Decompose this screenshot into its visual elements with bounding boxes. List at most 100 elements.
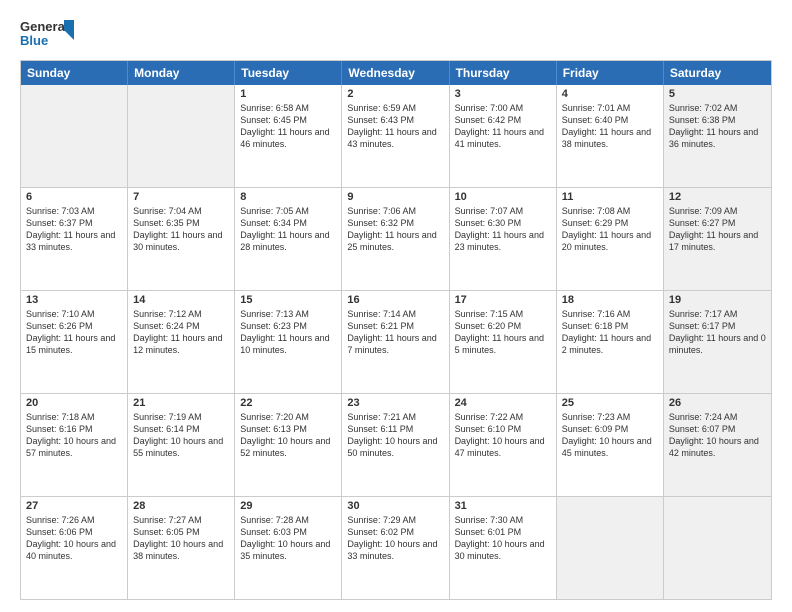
day-number: 20 bbox=[26, 397, 122, 409]
calendar-header: SundayMondayTuesdayWednesdayThursdayFrid… bbox=[21, 61, 771, 85]
day-number: 24 bbox=[455, 397, 551, 409]
cell-details: Sunrise: 7:28 AM Sunset: 6:03 PM Dayligh… bbox=[240, 514, 336, 563]
svg-text:Blue: Blue bbox=[20, 33, 48, 48]
calendar-row-4: 27Sunrise: 7:26 AM Sunset: 6:06 PM Dayli… bbox=[21, 496, 771, 599]
cell-details: Sunrise: 7:20 AM Sunset: 6:13 PM Dayligh… bbox=[240, 411, 336, 460]
day-number: 26 bbox=[669, 397, 766, 409]
day-number: 18 bbox=[562, 294, 658, 306]
day-number: 16 bbox=[347, 294, 443, 306]
cell-details: Sunrise: 7:23 AM Sunset: 6:09 PM Dayligh… bbox=[562, 411, 658, 460]
calendar-cell-day-29: 29 Sunrise: 7:28 AM Sunset: 6:03 PM Dayli… bbox=[235, 497, 342, 599]
calendar-cell-day-21: 21 Sunrise: 7:19 AM Sunset: 6:14 PM Dayli… bbox=[128, 394, 235, 496]
page: GeneralBlue SundayMondayTuesdayWednesday… bbox=[0, 0, 792, 612]
cell-details: Sunrise: 7:07 AM Sunset: 6:30 PM Dayligh… bbox=[455, 205, 551, 254]
calendar-cell-day-17: 17 Sunrise: 7:15 AM Sunset: 6:20 PM Dayli… bbox=[450, 291, 557, 393]
cell-details: Sunrise: 7:24 AM Sunset: 6:07 PM Dayligh… bbox=[669, 411, 766, 460]
calendar-cell-day-13: 13 Sunrise: 7:10 AM Sunset: 6:26 PM Dayli… bbox=[21, 291, 128, 393]
calendar-cell-day-2: 2Sunrise: 6:59 AM Sunset: 6:43 PM Daylig… bbox=[342, 85, 449, 187]
calendar-cell-day-16: 16 Sunrise: 7:14 AM Sunset: 6:21 PM Dayli… bbox=[342, 291, 449, 393]
svg-text:General: General bbox=[20, 19, 68, 34]
calendar-cell-day-10: 10 Sunrise: 7:07 AM Sunset: 6:30 PM Dayli… bbox=[450, 188, 557, 290]
calendar-cell-empty bbox=[664, 497, 771, 599]
cell-details: Sunrise: 7:09 AM Sunset: 6:27 PM Dayligh… bbox=[669, 205, 766, 254]
calendar-body: 1Sunrise: 6:58 AM Sunset: 6:45 PM Daylig… bbox=[21, 85, 771, 599]
day-number: 19 bbox=[669, 294, 766, 306]
cell-details: Sunrise: 7:05 AM Sunset: 6:34 PM Dayligh… bbox=[240, 205, 336, 254]
calendar-row-0: 1Sunrise: 6:58 AM Sunset: 6:45 PM Daylig… bbox=[21, 85, 771, 187]
weekday-header-wednesday: Wednesday bbox=[342, 61, 449, 85]
calendar-row-3: 20Sunrise: 7:18 AM Sunset: 6:16 PM Dayli… bbox=[21, 393, 771, 496]
weekday-header-saturday: Saturday bbox=[664, 61, 771, 85]
day-number: 9 bbox=[347, 191, 443, 203]
day-number: 21 bbox=[133, 397, 229, 409]
day-number: 31 bbox=[455, 500, 551, 512]
logo: GeneralBlue bbox=[20, 18, 80, 50]
cell-details: Sunrise: 7:04 AM Sunset: 6:35 PM Dayligh… bbox=[133, 205, 229, 254]
logo-icon: GeneralBlue bbox=[20, 18, 80, 50]
day-number: 8 bbox=[240, 191, 336, 203]
weekday-header-monday: Monday bbox=[128, 61, 235, 85]
calendar-cell-day-24: 24 Sunrise: 7:22 AM Sunset: 6:10 PM Dayli… bbox=[450, 394, 557, 496]
day-number: 29 bbox=[240, 500, 336, 512]
calendar-cell-day-11: 11Sunrise: 7:08 AM Sunset: 6:29 PM Dayli… bbox=[557, 188, 664, 290]
calendar-cell-day-4: 4 Sunrise: 7:01 AM Sunset: 6:40 PM Daylig… bbox=[557, 85, 664, 187]
calendar-cell-day-5: 5 Sunrise: 7:02 AM Sunset: 6:38 PM Daylig… bbox=[664, 85, 771, 187]
cell-details: Sunrise: 7:17 AM Sunset: 6:17 PM Dayligh… bbox=[669, 308, 766, 357]
cell-details: Sunrise: 7:15 AM Sunset: 6:20 PM Dayligh… bbox=[455, 308, 551, 357]
weekday-header-friday: Friday bbox=[557, 61, 664, 85]
day-number: 10 bbox=[455, 191, 551, 203]
calendar-cell-day-6: 6 Sunrise: 7:03 AM Sunset: 6:37 PM Daylig… bbox=[21, 188, 128, 290]
calendar-cell-day-23: 23Sunrise: 7:21 AM Sunset: 6:11 PM Dayli… bbox=[342, 394, 449, 496]
weekday-header-tuesday: Tuesday bbox=[235, 61, 342, 85]
day-number: 15 bbox=[240, 294, 336, 306]
day-number: 17 bbox=[455, 294, 551, 306]
calendar-cell-day-20: 20Sunrise: 7:18 AM Sunset: 6:16 PM Dayli… bbox=[21, 394, 128, 496]
calendar: SundayMondayTuesdayWednesdayThursdayFrid… bbox=[20, 60, 772, 600]
cell-details: Sunrise: 7:29 AM Sunset: 6:02 PM Dayligh… bbox=[347, 514, 443, 563]
calendar-cell-day-26: 26 Sunrise: 7:24 AM Sunset: 6:07 PM Dayli… bbox=[664, 394, 771, 496]
calendar-cell-day-22: 22Sunrise: 7:20 AM Sunset: 6:13 PM Dayli… bbox=[235, 394, 342, 496]
day-number: 7 bbox=[133, 191, 229, 203]
calendar-cell-day-31: 31 Sunrise: 7:30 AM Sunset: 6:01 PM Dayli… bbox=[450, 497, 557, 599]
calendar-cell-empty bbox=[128, 85, 235, 187]
weekday-header-sunday: Sunday bbox=[21, 61, 128, 85]
cell-details: Sunrise: 7:16 AM Sunset: 6:18 PM Dayligh… bbox=[562, 308, 658, 357]
calendar-cell-day-3: 3 Sunrise: 7:00 AM Sunset: 6:42 PM Daylig… bbox=[450, 85, 557, 187]
day-number: 3 bbox=[455, 88, 551, 100]
day-number: 1 bbox=[240, 88, 336, 100]
calendar-cell-day-15: 15 Sunrise: 7:13 AM Sunset: 6:23 PM Dayli… bbox=[235, 291, 342, 393]
cell-details: Sunrise: 7:02 AM Sunset: 6:38 PM Dayligh… bbox=[669, 102, 766, 151]
cell-details: Sunrise: 7:19 AM Sunset: 6:14 PM Dayligh… bbox=[133, 411, 229, 460]
calendar-cell-day-27: 27Sunrise: 7:26 AM Sunset: 6:06 PM Dayli… bbox=[21, 497, 128, 599]
day-number: 30 bbox=[347, 500, 443, 512]
cell-details: Sunrise: 7:00 AM Sunset: 6:42 PM Dayligh… bbox=[455, 102, 551, 151]
day-number: 12 bbox=[669, 191, 766, 203]
header: GeneralBlue bbox=[20, 18, 772, 50]
calendar-row-2: 13 Sunrise: 7:10 AM Sunset: 6:26 PM Dayli… bbox=[21, 290, 771, 393]
cell-details: Sunrise: 7:01 AM Sunset: 6:40 PM Dayligh… bbox=[562, 102, 658, 151]
day-number: 6 bbox=[26, 191, 122, 203]
cell-details: Sunrise: 7:12 AM Sunset: 6:24 PM Dayligh… bbox=[133, 308, 229, 357]
day-number: 25 bbox=[562, 397, 658, 409]
cell-details: Sunrise: 7:13 AM Sunset: 6:23 PM Dayligh… bbox=[240, 308, 336, 357]
cell-details: Sunrise: 6:59 AM Sunset: 6:43 PM Dayligh… bbox=[347, 102, 443, 151]
calendar-cell-day-9: 9Sunrise: 7:06 AM Sunset: 6:32 PM Daylig… bbox=[342, 188, 449, 290]
cell-details: Sunrise: 7:10 AM Sunset: 6:26 PM Dayligh… bbox=[26, 308, 122, 357]
calendar-cell-empty bbox=[21, 85, 128, 187]
day-number: 14 bbox=[133, 294, 229, 306]
day-number: 28 bbox=[133, 500, 229, 512]
cell-details: Sunrise: 7:30 AM Sunset: 6:01 PM Dayligh… bbox=[455, 514, 551, 563]
cell-details: Sunrise: 7:27 AM Sunset: 6:05 PM Dayligh… bbox=[133, 514, 229, 563]
cell-details: Sunrise: 7:22 AM Sunset: 6:10 PM Dayligh… bbox=[455, 411, 551, 460]
day-number: 4 bbox=[562, 88, 658, 100]
calendar-cell-day-7: 7 Sunrise: 7:04 AM Sunset: 6:35 PM Daylig… bbox=[128, 188, 235, 290]
day-number: 13 bbox=[26, 294, 122, 306]
calendar-cell-day-28: 28 Sunrise: 7:27 AM Sunset: 6:05 PM Dayli… bbox=[128, 497, 235, 599]
day-number: 27 bbox=[26, 500, 122, 512]
calendar-cell-day-12: 12 Sunrise: 7:09 AM Sunset: 6:27 PM Dayli… bbox=[664, 188, 771, 290]
cell-details: Sunrise: 7:14 AM Sunset: 6:21 PM Dayligh… bbox=[347, 308, 443, 357]
calendar-cell-day-30: 30 Sunrise: 7:29 AM Sunset: 6:02 PM Dayli… bbox=[342, 497, 449, 599]
calendar-cell-day-1: 1Sunrise: 6:58 AM Sunset: 6:45 PM Daylig… bbox=[235, 85, 342, 187]
cell-details: Sunrise: 7:03 AM Sunset: 6:37 PM Dayligh… bbox=[26, 205, 122, 254]
day-number: 5 bbox=[669, 88, 766, 100]
